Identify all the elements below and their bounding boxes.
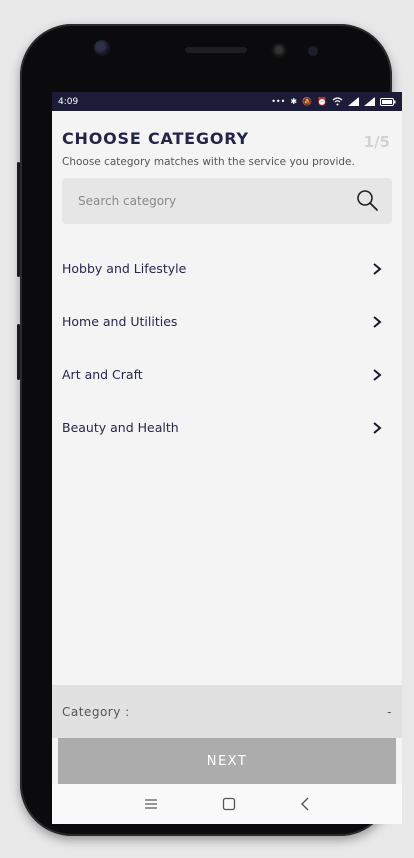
chevron-right-icon: [373, 262, 382, 275]
system-nav-bar: [52, 784, 402, 824]
page-subtitle: Choose category matches with the service…: [62, 156, 355, 168]
list-item-label: Hobby and Lifestyle: [62, 261, 187, 276]
list-item-label: Beauty and Health: [62, 420, 179, 435]
status-time: 4:09: [58, 96, 79, 107]
more-icon: •••: [271, 97, 286, 106]
chevron-right-icon: [373, 421, 382, 434]
back-icon[interactable]: [300, 797, 310, 811]
bluetooth-icon: ✱: [290, 97, 298, 106]
category-value: -: [387, 704, 392, 719]
home-icon[interactable]: [222, 797, 236, 811]
list-item-home-and-utilities[interactable]: Home and Utilities: [52, 295, 402, 348]
app-screen: 4:09 ••• ✱ 🔕 ⏰ CHOOSE CATEGORY 1/5 Choos…: [52, 92, 402, 824]
step-indicator: 1/5: [363, 133, 390, 151]
wifi-icon: [332, 97, 343, 106]
battery-icon: [380, 97, 396, 106]
chevron-right-icon: [373, 368, 382, 381]
search-icon[interactable]: [356, 189, 380, 213]
list-item-hobby-and-lifestyle[interactable]: Hobby and Lifestyle: [52, 242, 402, 295]
signal-icon: [348, 97, 359, 106]
category-label: Category :: [62, 704, 130, 719]
next-button[interactable]: NEXT: [58, 738, 396, 784]
power-button: [17, 162, 20, 277]
signal-icon: [364, 97, 375, 106]
category-list: Hobby and Lifestyle Home and Utilities A…: [52, 242, 402, 454]
list-item-label: Home and Utilities: [62, 314, 178, 329]
selected-category-bar: Category : -: [52, 685, 402, 738]
recent-apps-icon[interactable]: [144, 798, 158, 810]
camera-icon: [271, 42, 287, 58]
alarm-icon: ⏰: [317, 97, 327, 106]
chevron-right-icon: [373, 315, 382, 328]
iris-sensor-icon: [308, 46, 318, 56]
page-title: CHOOSE CATEGORY: [62, 129, 249, 148]
list-item-beauty-and-health[interactable]: Beauty and Health: [52, 401, 402, 454]
status-icons: ••• ✱ 🔕 ⏰: [271, 97, 396, 106]
status-bar: 4:09 ••• ✱ 🔕 ⏰: [52, 92, 402, 111]
sensor-icon: [94, 40, 110, 56]
list-item-art-and-craft[interactable]: Art and Craft: [52, 348, 402, 401]
speaker-grille: [185, 47, 247, 53]
volume-button: [17, 324, 20, 380]
search-input[interactable]: [76, 193, 330, 209]
phone-frame: 4:09 ••• ✱ 🔕 ⏰ CHOOSE CATEGORY 1/5 Choos…: [17, 24, 402, 836]
list-item-label: Art and Craft: [62, 367, 143, 382]
page-header: CHOOSE CATEGORY 1/5 Choose category matc…: [52, 111, 402, 168]
search-bar[interactable]: [62, 178, 392, 224]
mute-icon: 🔕: [302, 97, 313, 106]
